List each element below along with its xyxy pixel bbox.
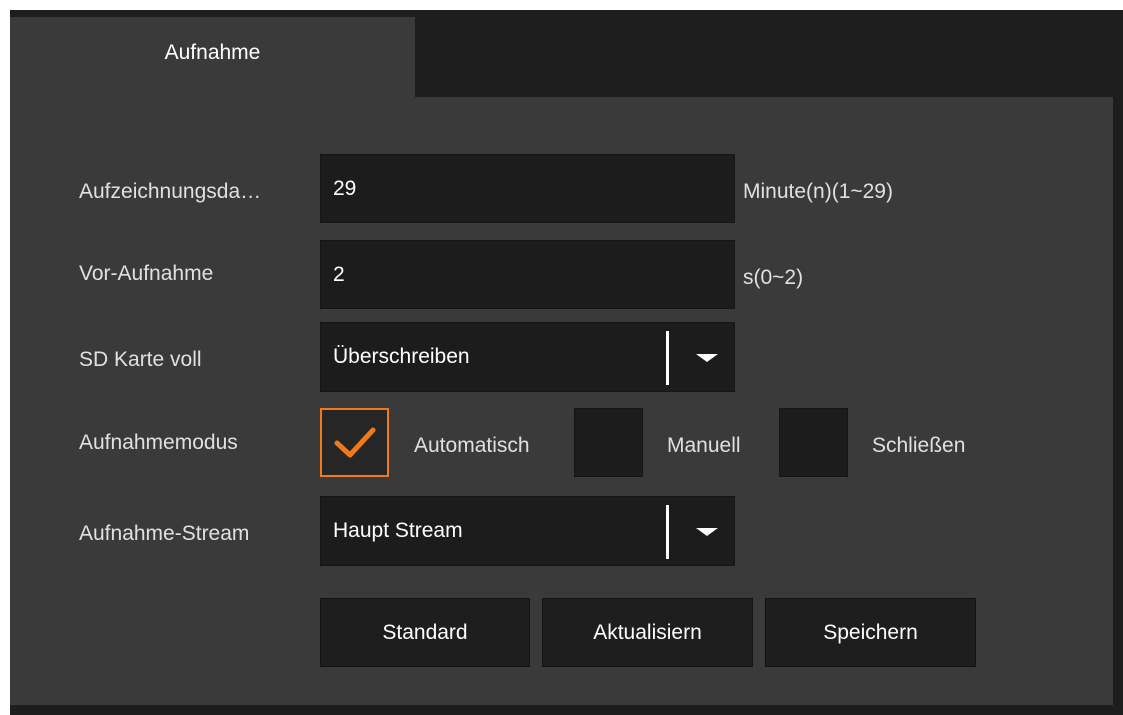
select-divider [666,505,669,559]
chevron-down-icon[interactable] [696,528,718,536]
prerecord-label: Vor-Aufnahme [79,262,214,285]
sd-full-select[interactable]: Überschreiben [320,322,735,392]
stream-label: Aufnahme-Stream [79,522,250,545]
save-button[interactable]: Speichern [765,598,976,667]
mode-close-label: Schließen [872,434,966,457]
mode-automatic-checkbox[interactable] [320,408,389,477]
duration-unit: Minute(n)(1~29) [743,180,893,203]
mode-manual-checkbox[interactable] [574,408,643,477]
sd-full-value: Überschreiben [333,345,470,368]
mode-manual-label: Manuell [667,434,741,457]
prerecord-input[interactable]: 2 [320,240,735,309]
mode-close-checkbox[interactable] [779,408,848,477]
prerecord-value: 2 [333,262,345,286]
default-button-label: Standard [382,620,468,644]
tab-aufnahme[interactable]: Aufnahme [10,17,415,97]
chevron-down-icon[interactable] [696,354,718,362]
select-divider [666,331,669,385]
duration-label: Aufzeichnungsda… [79,180,262,203]
prerecord-unit: s(0~2) [743,266,804,289]
save-button-label: Speichern [823,620,918,644]
refresh-button[interactable]: Aktualisiern [542,598,753,667]
checkmark-icon [334,427,376,458]
mode-automatic-label: Automatisch [414,434,530,457]
stream-select[interactable]: Haupt Stream [320,496,735,566]
mode-label: Aufnahmemodus [79,431,238,454]
duration-value: 29 [333,176,357,200]
tab-label: Aufnahme [164,41,261,64]
duration-input[interactable]: 29 [320,154,735,223]
stream-value: Haupt Stream [333,519,463,542]
sd-full-label: SD Karte voll [79,348,202,371]
refresh-button-label: Aktualisiern [593,620,702,644]
default-button[interactable]: Standard [320,598,530,667]
